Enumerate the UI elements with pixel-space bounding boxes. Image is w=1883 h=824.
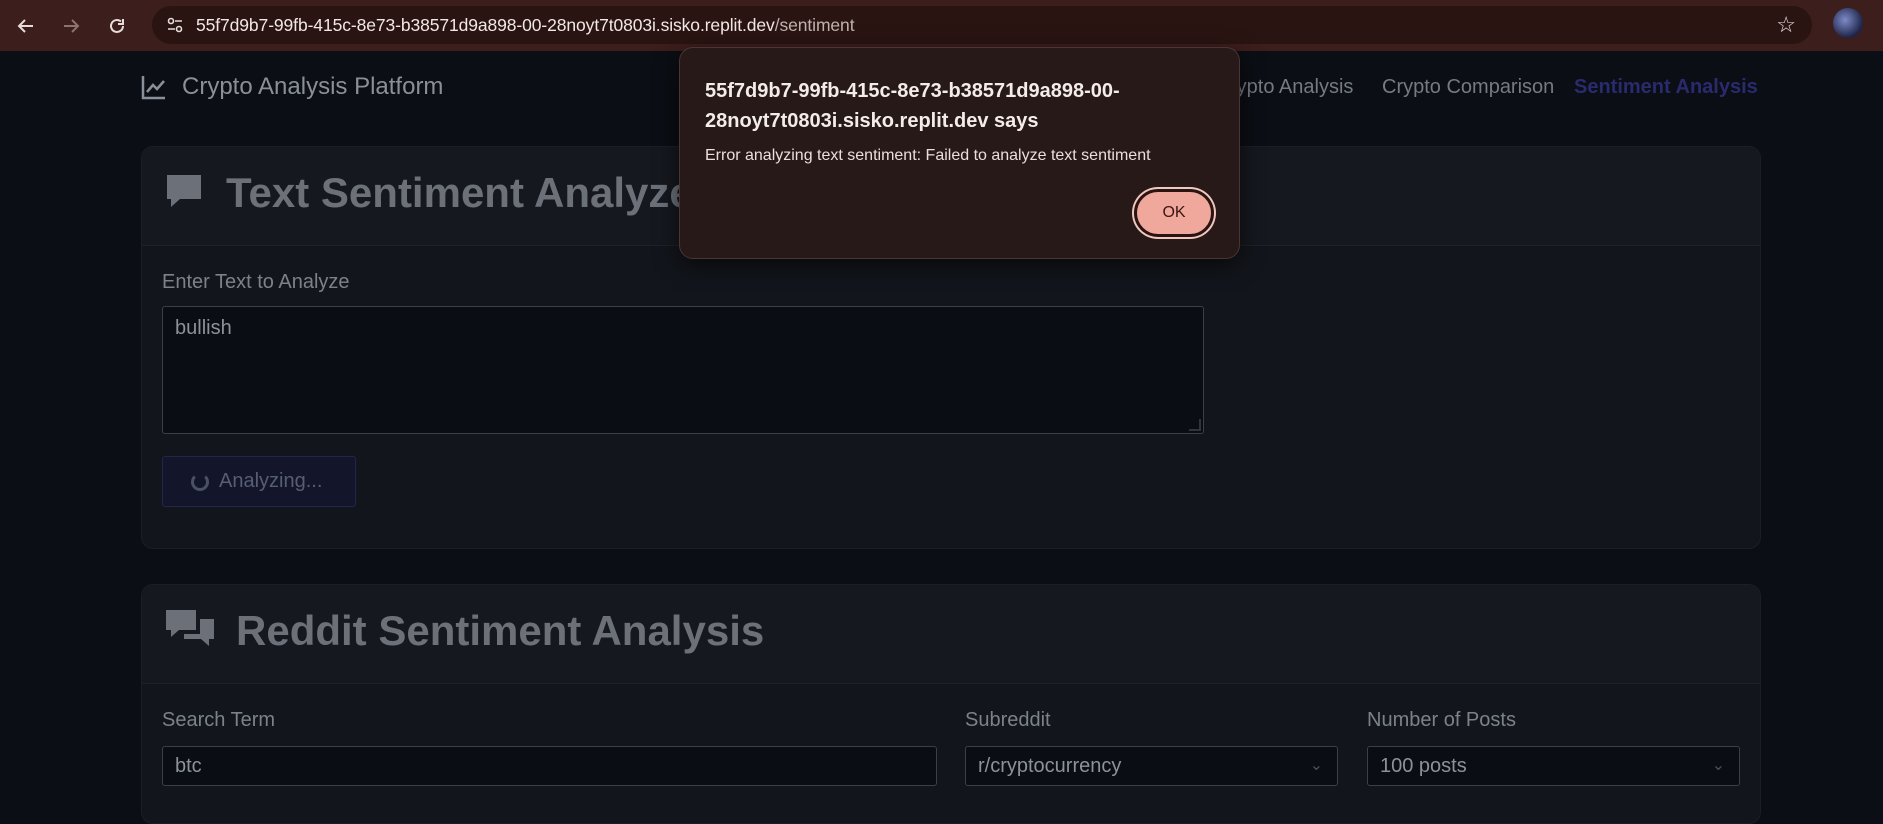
arrow-left-icon [17,19,33,33]
reload-button[interactable] [101,10,133,42]
arrow-right-icon [64,19,80,33]
dialog-message: Error analyzing text sentiment: Failed t… [705,147,1151,164]
url-path: /sentiment [774,15,855,35]
address-bar[interactable]: 55f7d9b7-99fb-415c-8e73-b38571d9a898-00-… [152,6,1812,44]
browser-toolbar: 55f7d9b7-99fb-415c-8e73-b38571d9a898-00-… [0,0,1883,51]
url-host: 55f7d9b7-99fb-415c-8e73-b38571d9a898-00-… [196,15,775,35]
site-info-icon[interactable] [164,14,186,36]
ok-button[interactable]: OK [1134,189,1214,237]
reload-icon [110,18,124,33]
dialog-title: 55f7d9b7-99fb-415c-8e73-b38571d9a898-00-… [705,80,1120,132]
profile-avatar[interactable] [1833,8,1863,38]
alert-dialog: 55f7d9b7-99fb-415c-8e73-b38571d9a898-00-… [679,47,1240,259]
star-icon[interactable]: ☆ [1776,12,1796,38]
back-button[interactable] [10,10,42,42]
url-text[interactable]: 55f7d9b7-99fb-415c-8e73-b38571d9a898-00-… [196,15,855,36]
forward-button[interactable] [55,10,87,42]
